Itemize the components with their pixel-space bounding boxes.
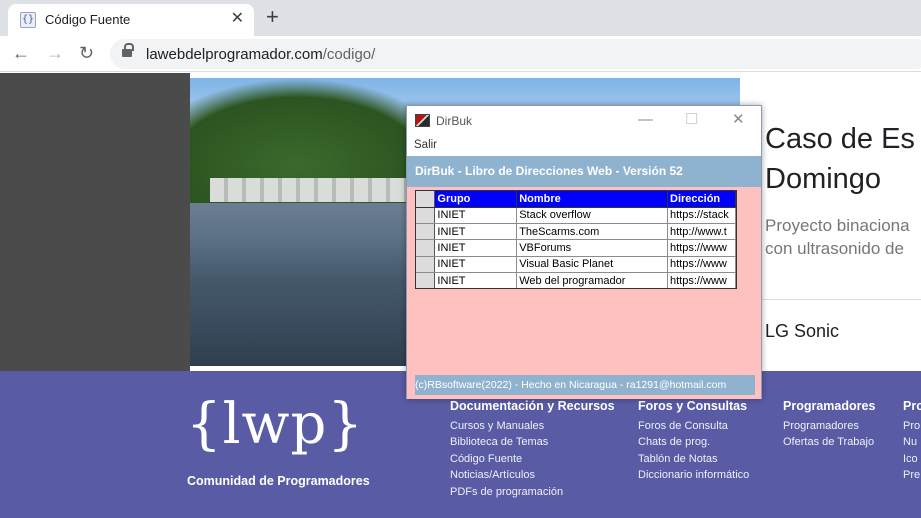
dam-wall [210,178,420,202]
url-domain: lawebdelprogramador.com [146,46,323,63]
footer-link[interactable]: Ico [903,451,921,467]
row-selector-header[interactable] [416,191,436,208]
minimize-icon[interactable]: — [638,110,653,130]
footer-link[interactable]: Noticias/Artículos [450,467,615,483]
cell-direccion[interactable]: https://www [667,256,736,274]
new-tab-icon[interactable]: + [266,5,279,29]
close-window-icon[interactable]: ✕ [732,110,745,130]
footer-link[interactable]: Biblioteca de Temas [450,434,615,450]
footer-link[interactable]: Nu [903,434,921,450]
footer-link[interactable]: Diccionario informático [638,467,749,483]
app-header-bar: DirBuk - Libro de Direcciones Web - Vers… [407,156,761,187]
cell-direccion[interactable]: https://www [667,272,736,288]
status-bar: (c)RBsoftware(2022) - Hecho en Nicaragua… [415,375,755,395]
row-selector[interactable] [416,272,436,288]
footer-link[interactable]: Cursos y Manuales [450,418,615,434]
browser-toolbar: ← → ↻ lawebdelprogramador.com/codigo/ [0,36,921,72]
forward-arrow-icon[interactable]: → [46,42,64,64]
addresses-grid[interactable]: Grupo Nombre Dirección INIET Stack overf… [415,190,737,289]
cell-nombre[interactable]: Web del programador [516,272,668,288]
logo-caption: Comunidad de Programadores [187,474,370,488]
column-header-direccion[interactable]: Dirección [667,191,736,208]
url-text[interactable]: lawebdelprogramador.com/codigo/ [146,46,375,63]
footer-link[interactable]: Pro [903,418,921,434]
footer-link[interactable]: Chats de prog. [638,434,749,450]
footer-link[interactable]: Pre [903,467,921,483]
cell-direccion[interactable]: https://www [667,239,736,257]
address-bar[interactable]: lawebdelprogramador.com/codigo/ [110,39,921,69]
table-row[interactable]: INIET Visual Basic Planet https://www [416,256,736,274]
footer-column-docs: Documentación y Recursos Cursos y Manual… [450,399,615,500]
dirbuk-window: DirBuk — ☐ ✕ Salir DirBuk - Libro de Dir… [406,105,762,399]
footer-link[interactable]: Ofertas de Trabajo [783,434,875,450]
url-path: /codigo/ [322,46,376,63]
back-arrow-icon[interactable]: ← [12,42,30,64]
footer-heading: Programadores [783,399,876,413]
column-header-grupo[interactable]: Grupo [434,191,518,208]
table-row[interactable]: INIET Stack overflow https://stack [416,207,736,224]
cell-direccion[interactable]: http://www.t [667,223,736,241]
window-titlebar[interactable]: DirBuk — ☐ ✕ [407,106,761,136]
cell-grupo[interactable]: INIET [434,223,518,241]
footer-heading: Foros y Consultas [638,399,748,413]
code-favicon-icon: {} [20,12,36,28]
footer-column-programmers: Programadores Programadores Ofertas de T… [783,399,875,451]
case-study-subtitle-line1: Proyecto binaciona [765,216,910,235]
case-study-subtitle: Proyecto binaciona con ultrasonido de [765,214,910,260]
cell-nombre[interactable]: TheScarms.com [516,223,668,241]
browser-tab[interactable]: {} Código Fuente ✕ [8,4,254,36]
status-text: (c)RBsoftware(2022) - Hecho en Nicaragua… [415,379,727,391]
close-tab-icon[interactable]: ✕ [231,10,244,28]
tab-title: Código Fuente [45,12,131,27]
row-selector[interactable] [416,207,436,224]
column-header-nombre[interactable]: Nombre [516,191,668,208]
footer-link[interactable]: Tablón de Notas [638,451,749,467]
row-selector[interactable] [416,256,436,274]
cell-grupo[interactable]: INIET [434,256,518,274]
menu-bar: Salir [407,136,761,156]
lwp-logo[interactable]: {lwp} [186,393,364,457]
case-study-company[interactable]: LG Sonic [765,321,839,342]
cell-grupo[interactable]: INIET [434,239,518,257]
footer-link[interactable]: Foros de Consulta [638,418,749,434]
maximize-icon[interactable]: ☐ [685,110,698,130]
dirbuk-client-area: DirBuk - Libro de Direcciones Web - Vers… [407,156,761,399]
table-row[interactable]: INIET VBForums https://www [416,239,736,257]
footer-link[interactable]: Código Fuente [450,451,615,467]
cell-nombre[interactable]: Visual Basic Planet [516,256,668,274]
cell-nombre[interactable]: VBForums [516,239,668,257]
footer-link[interactable]: PDFs de programación [450,484,615,500]
reload-icon[interactable]: ↻ [79,42,94,64]
menu-salir[interactable]: Salir [414,139,437,151]
footer-link[interactable]: Programadores [783,418,875,434]
cell-grupo[interactable]: INIET [434,207,518,224]
browser-tab-strip: {} Código Fuente ✕ + [0,0,921,36]
case-study-title[interactable]: Caso de Es Domingo [765,119,915,199]
app-header-title: DirBuk - Libro de Direcciones Web - Vers… [415,164,683,178]
window-title: DirBuk [436,114,473,128]
cell-direccion[interactable]: https://stack [667,207,736,224]
row-selector[interactable] [416,239,436,257]
page-left-background [0,73,190,371]
case-study-title-line1: Caso de Es [765,123,915,155]
cell-nombre[interactable]: Stack overflow [516,207,668,224]
case-divider [740,299,921,300]
lock-icon [122,43,134,59]
table-row[interactable]: INIET Web del programador https://www [416,272,736,288]
case-study-subtitle-line2: con ultrasonido de [765,239,904,258]
case-study-title-line2: Domingo [765,163,882,195]
footer-column-cut: Pro Pro Nu Ico Pre [903,399,921,484]
grid-header-row: Grupo Nombre Dirección [416,191,736,208]
row-selector[interactable] [416,223,436,241]
footer-column-forums: Foros y Consultas Foros de Consulta Chat… [638,399,749,484]
footer-heading: Documentación y Recursos [450,399,615,413]
app-icon [415,114,430,127]
cell-grupo[interactable]: INIET [434,272,518,288]
footer-heading: Pro [903,399,921,413]
table-row[interactable]: INIET TheScarms.com http://www.t [416,223,736,241]
